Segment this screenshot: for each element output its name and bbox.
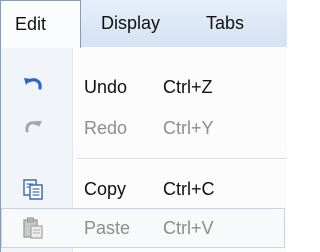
paste-shortcut: Ctrl+V	[163, 218, 214, 238]
menu-tabs[interactable]: Tabs	[206, 0, 244, 47]
menu-display-label: Display	[101, 13, 161, 33]
copy-icon	[21, 177, 45, 201]
copy-shortcut: Ctrl+C	[163, 179, 215, 199]
redo-icon	[21, 116, 45, 140]
paste-label: Paste	[84, 218, 131, 238]
menu-separator	[77, 158, 287, 159]
paste-icon	[21, 216, 45, 240]
copy-label: Copy	[84, 179, 127, 199]
undo-label: Undo	[84, 77, 128, 97]
menu-item-redo[interactable]: Redo Ctrl+Y	[1, 108, 287, 148]
menu-display[interactable]: Display	[101, 0, 160, 47]
menu-item-copy[interactable]: Copy Ctrl+C	[1, 169, 287, 209]
redo-shortcut: Ctrl+Y	[163, 118, 214, 138]
undo-icon	[21, 75, 45, 99]
menu-edit[interactable]: Edit	[0, 0, 81, 48]
menu-item-undo[interactable]: Undo Ctrl+Z	[1, 67, 287, 107]
edit-menu-window: Edit Display Tabs Undo Ctrl+Z Redo Ctrl+…	[0, 0, 287, 252]
edit-dropdown-menu: Undo Ctrl+Z Redo Ctrl+Y Copy Ctrl+C Past…	[0, 47, 287, 252]
undo-shortcut: Ctrl+Z	[163, 77, 213, 97]
menu-item-paste[interactable]: Paste Ctrl+V	[1, 208, 285, 248]
menu-edit-label: Edit	[15, 14, 47, 34]
menu-bar: Edit Display Tabs	[0, 0, 287, 48]
menu-tabs-label: Tabs	[206, 13, 245, 33]
redo-label: Redo	[84, 118, 128, 138]
